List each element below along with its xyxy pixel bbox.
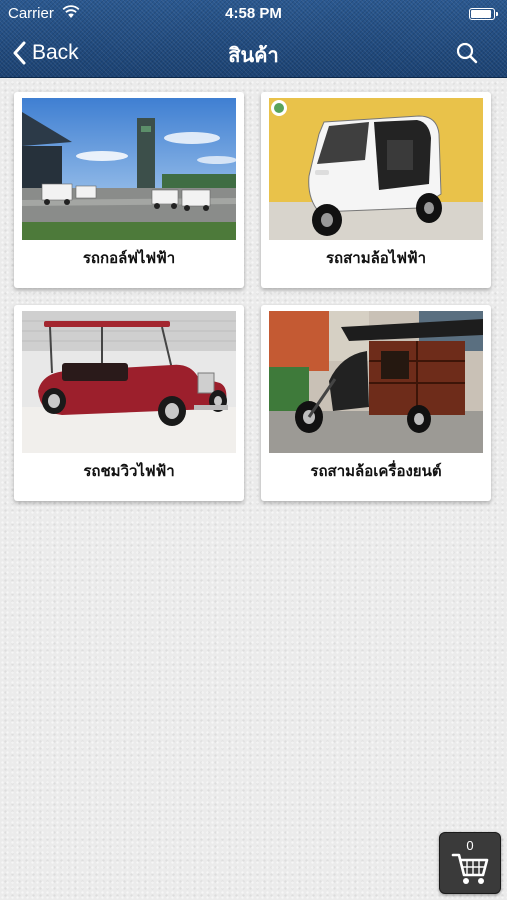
search-button[interactable] [455, 41, 481, 67]
chevron-left-icon [13, 41, 26, 65]
product-card-electric-tricycle[interactable]: รถสามล้อไฟฟ้า [261, 92, 491, 288]
motor-tricycle-photo [269, 311, 483, 453]
header: Carrier 4:58 PM Back สินค้า [0, 0, 507, 78]
product-card-sightseeing-car[interactable]: รถชมวิวไฟฟ้า [14, 305, 244, 501]
battery-icon [469, 8, 498, 20]
product-label: รถชมวิวไฟฟ้า [83, 462, 175, 480]
golf-cart-photo [22, 98, 236, 240]
product-card-motor-tricycle[interactable]: รถสามล้อเครื่องยนต์ [261, 305, 491, 501]
search-icon [456, 42, 478, 64]
nav-bar: Back สินค้า [0, 28, 507, 78]
product-label: รถกอล์ฟไฟฟ้า [82, 249, 176, 267]
clock: 4:58 PM [225, 5, 282, 22]
cart-icon [451, 853, 489, 884]
sightseeing-car-photo [22, 311, 236, 453]
product-card-golf-cart[interactable]: รถกอล์ฟไฟฟ้า [14, 92, 244, 288]
battery-fill [471, 10, 491, 18]
product-label: รถสามล้อเครื่องยนต์ [310, 462, 442, 480]
back-label: Back [32, 41, 79, 64]
electric-tricycle-photo [269, 98, 483, 240]
status-bar: Carrier 4:58 PM [0, 0, 507, 28]
cart-button[interactable]: 0 [439, 832, 501, 894]
back-button[interactable]: Back [12, 37, 79, 69]
product-label: รถสามล้อไฟฟ้า [325, 249, 426, 267]
